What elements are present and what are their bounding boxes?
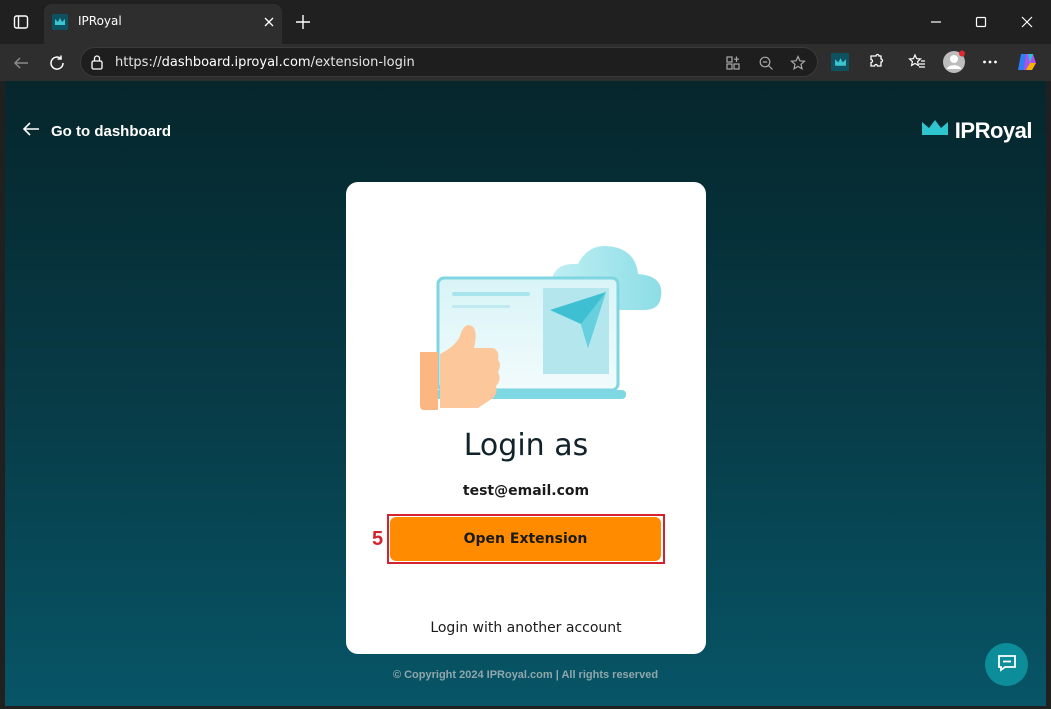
tab-title: IPRoyal	[78, 14, 122, 28]
zoom-icon[interactable]	[755, 52, 777, 74]
iproyal-extension-icon[interactable]	[827, 49, 853, 75]
refresh-icon[interactable]	[42, 48, 72, 78]
brand-name: IPRoyal	[954, 118, 1033, 143]
chat-icon	[997, 654, 1017, 676]
brand-logo[interactable]: IPRoyal	[921, 118, 1033, 144]
login-another-account-link[interactable]: Login with another account	[346, 620, 706, 636]
login-title: Login as	[463, 428, 589, 463]
go-to-dashboard-label: Go to dashboard	[51, 122, 171, 140]
browser-titlebar: IPRoyal	[0, 0, 1051, 44]
arrow-left-icon	[21, 121, 41, 141]
chat-button[interactable]	[985, 643, 1028, 686]
url-text[interactable]: https://dashboard.iproyal.com/extension-…	[115, 55, 415, 70]
sidebar-toggle-icon[interactable]	[8, 10, 34, 34]
crown-icon	[52, 14, 68, 30]
lock-icon[interactable]	[90, 54, 104, 74]
copyright-footer: © Copyright 2024 IPRoyal.com | All right…	[392, 669, 659, 681]
browser-tab[interactable]: IPRoyal	[44, 4, 282, 44]
open-extension-button[interactable]: Open Extension	[390, 517, 661, 561]
more-icon[interactable]	[977, 49, 1003, 75]
maximize-icon[interactable]	[963, 8, 999, 36]
star-icon[interactable]	[787, 52, 809, 74]
go-to-dashboard-link[interactable]: Go to dashboard	[21, 121, 171, 141]
page-content: Go to dashboard IPRoyal Login as test@em…	[5, 81, 1046, 706]
close-window-icon[interactable]	[1009, 8, 1045, 36]
plus-icon[interactable]	[290, 10, 316, 34]
address-bar[interactable]: https://dashboard.iproyal.com/extension-…	[80, 47, 818, 77]
laptop-illustration	[418, 240, 663, 412]
crown-icon	[921, 118, 949, 144]
extensions-icon[interactable]	[864, 49, 890, 75]
favorites-icon[interactable]	[904, 49, 930, 75]
account-email: test@email.com	[462, 483, 590, 499]
login-card: Login as test@email.com 5 Open Extension…	[346, 182, 706, 654]
copilot-icon[interactable]	[1014, 49, 1040, 75]
back-arrow-icon[interactable]	[6, 48, 36, 78]
close-icon[interactable]	[260, 13, 278, 31]
crown-icon	[831, 53, 849, 71]
step-number: 5	[372, 528, 384, 550]
minimize-icon[interactable]	[918, 8, 954, 36]
browser-toolbar: https://dashboard.iproyal.com/extension-…	[0, 44, 1051, 81]
apps-icon[interactable]	[722, 52, 744, 74]
profile-icon[interactable]	[941, 49, 967, 75]
